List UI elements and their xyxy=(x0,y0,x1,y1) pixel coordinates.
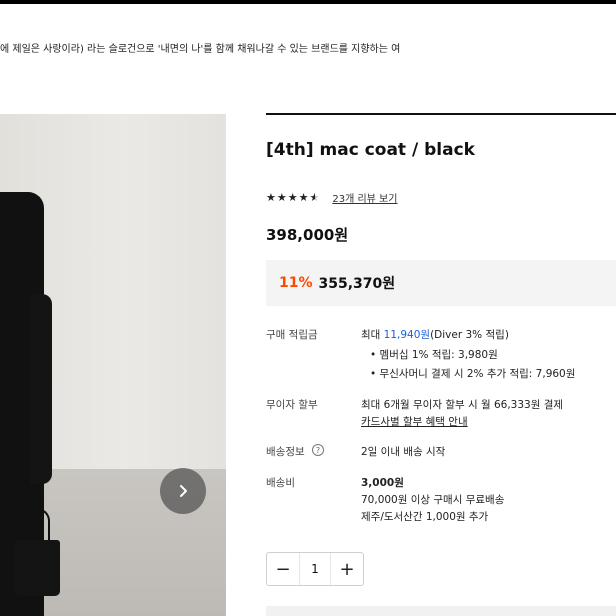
points-prefix: 최대 xyxy=(361,329,384,341)
star-icon: ★ xyxy=(266,191,277,204)
discount-percent: 11% xyxy=(279,275,313,291)
image-bag-handle xyxy=(24,508,50,542)
points-bullet-text: 멤버십 1% 적립: 3,980원 xyxy=(379,349,498,361)
half-star-icon: ★ xyxy=(309,191,321,204)
rating-stars: ★★★★★ xyxy=(266,191,320,204)
top-divider xyxy=(0,0,616,4)
points-bullet: • 무신사머니 결제 시 2% 추가 적립: 7,960원 xyxy=(370,368,576,380)
installment-text: 최대 6개월 무이자 할부 시 월 66,333원 결제 xyxy=(361,399,564,411)
product-info-divider xyxy=(266,113,616,115)
star-icon: ★ xyxy=(298,191,310,204)
shipping-info-label: 배송정보 xyxy=(266,446,305,458)
chevron-right-icon xyxy=(180,485,187,497)
quantity-decrease-button[interactable]: − xyxy=(267,553,299,585)
product-title: [4th] mac coat / black xyxy=(266,140,475,160)
quantity-stepper: − 1 + xyxy=(266,552,364,586)
installment-benefits-link[interactable]: 카드사별 할부 혜택 안내 xyxy=(361,414,468,429)
sale-price-box: 11% 355,370원 xyxy=(266,260,616,306)
shipping-fee-label: 배송비 xyxy=(266,477,295,489)
image-model-arm xyxy=(30,294,52,484)
star-icon: ★ xyxy=(287,191,299,204)
points-bullet-text: 무신사머니 결제 시 2% 추가 적립: 7,960원 xyxy=(379,368,576,380)
free-shipping-condition: 70,000원 이상 구매시 무료배송 xyxy=(361,494,505,506)
shipping-info-text: 2일 이내 배송 시작 xyxy=(361,446,446,458)
product-image[interactable] xyxy=(0,114,226,616)
quantity-value[interactable]: 1 xyxy=(299,553,331,585)
product-rating: ★★★★★ 23개 리뷰 보기 xyxy=(266,190,397,205)
next-image-button[interactable] xyxy=(160,468,206,514)
points-label: 구매 적립금 xyxy=(266,329,318,341)
order-summary-box xyxy=(266,606,616,616)
points-amount: 11,940원 xyxy=(383,329,431,341)
quantity-increase-button[interactable]: + xyxy=(331,553,363,585)
shipping-fee-amount: 3,000원 xyxy=(361,477,404,489)
points-summary: 최대 11,940원(Diver 3% 적립) xyxy=(361,327,509,342)
star-icon: ★ xyxy=(276,191,288,204)
points-suffix: (Diver 3% 적립) xyxy=(430,329,509,341)
sale-price: 355,370원 xyxy=(318,276,396,292)
points-bullet: • 멤버십 1% 적립: 3,980원 xyxy=(370,349,498,361)
review-link[interactable]: 23개 리뷰 보기 xyxy=(332,190,397,205)
brand-description: 에 제일은 사랑이라) 라는 슬로건으로 '내면의 나'를 함께 채워나갈 수 … xyxy=(0,44,401,55)
original-price: 398,000원 xyxy=(266,226,349,244)
question-circle-icon[interactable]: ? xyxy=(312,444,324,456)
image-bag xyxy=(14,540,60,596)
island-shipping-surcharge: 제주/도서산간 1,000원 추가 xyxy=(361,511,489,523)
installment-label: 무이자 할부 xyxy=(266,399,318,411)
